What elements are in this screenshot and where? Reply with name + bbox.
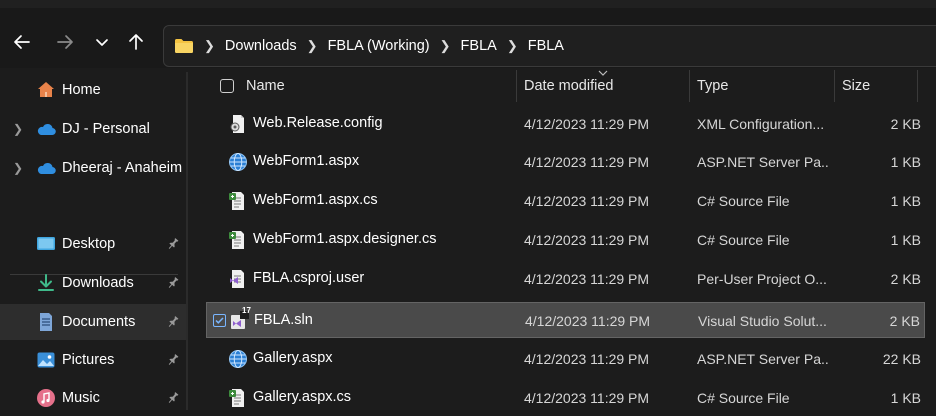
aspx-globe-icon xyxy=(229,350,247,368)
config-file-icon xyxy=(230,115,244,133)
pin-icon[interactable] xyxy=(166,315,180,329)
breadcrumb-fbla-working[interactable]: FBLA (Working) xyxy=(328,38,430,54)
file-row-gallery-aspx[interactable]: Gallery.aspx 4/12/2023 11:29 PM ASP.NET … xyxy=(206,341,925,377)
row-selection-checkbox[interactable] xyxy=(213,314,226,327)
chevron-right-icon[interactable]: ❯ xyxy=(13,161,23,175)
forward-button[interactable] xyxy=(53,30,77,54)
file-row-webform1-aspx-designer-cs[interactable]: WebForm1.aspx.designer.cs 4/12/2023 11:2… xyxy=(206,222,925,258)
onedrive-cloud-icon xyxy=(37,162,56,175)
desktop-icon xyxy=(37,237,55,250)
vs-version-badge: 17 xyxy=(242,306,251,315)
sidebar-item-dheeraj-anaheim[interactable]: ❯ Dheeraj - Anaheim xyxy=(0,150,187,186)
breadcrumb-downloads[interactable]: Downloads xyxy=(225,38,297,54)
documents-icon xyxy=(40,313,52,331)
pin-icon[interactable] xyxy=(166,391,180,405)
sidebar-item-music[interactable]: Music xyxy=(0,380,187,416)
file-list: Name Date modified Type Size Web.Release… xyxy=(190,68,936,410)
file-row-web-release-config[interactable]: Web.Release.config 4/12/2023 11:29 PM XM… xyxy=(206,106,925,142)
column-resize-handle[interactable] xyxy=(917,70,918,102)
breadcrumb-fbla-current[interactable]: FBLA xyxy=(528,38,564,54)
checkmark-icon xyxy=(215,317,224,324)
music-icon xyxy=(37,389,55,407)
select-all-checkbox[interactable] xyxy=(220,79,234,93)
recent-locations-button[interactable] xyxy=(90,30,114,54)
file-row-webform1-aspx[interactable]: WebForm1.aspx 4/12/2023 11:29 PM ASP.NET… xyxy=(206,144,925,180)
home-icon xyxy=(38,82,54,97)
breadcrumb-separator-icon: ❯ xyxy=(439,38,451,53)
file-row-gallery-aspx-cs[interactable]: Gallery.aspx.cs 4/12/2023 11:29 PM C# So… xyxy=(206,380,925,416)
column-header-size[interactable]: Size xyxy=(842,78,870,94)
sidebar-item-dj-personal[interactable]: ❯ DJ - Personal xyxy=(0,111,187,147)
download-icon xyxy=(38,274,54,291)
column-resize-handle[interactable] xyxy=(834,70,835,102)
onedrive-cloud-icon xyxy=(37,123,56,136)
breadcrumb-fbla[interactable]: FBLA xyxy=(461,38,497,54)
sidebar-item-home[interactable]: Home xyxy=(0,72,187,108)
column-header-date-modified[interactable]: Date modified xyxy=(524,78,613,94)
column-header-name[interactable]: Name xyxy=(246,78,285,94)
breadcrumb-separator-icon: ❯ xyxy=(204,38,215,53)
address-bar[interactable]: ❯ Downloads ❯ FBLA (Working) ❯ FBLA ❯ FB… xyxy=(163,25,936,67)
sidebar-scrollbar[interactable] xyxy=(186,72,188,410)
csharp-file-icon xyxy=(229,192,244,210)
chevron-down-icon xyxy=(96,39,108,46)
navigation-toolbar: ❯ Downloads ❯ FBLA (Working) ❯ FBLA ❯ FB… xyxy=(0,8,936,68)
aspx-globe-icon xyxy=(229,153,247,171)
navigation-pane: Home ❯ DJ - Personal ❯ Dheeraj - Anaheim… xyxy=(0,68,187,410)
pin-icon[interactable] xyxy=(166,276,180,290)
arrow-right-icon xyxy=(57,35,73,49)
column-resize-handle[interactable] xyxy=(689,70,690,102)
pin-icon[interactable] xyxy=(166,353,180,367)
breadcrumb-separator-icon: ❯ xyxy=(506,38,518,53)
file-row-webform1-aspx-cs[interactable]: WebForm1.aspx.cs 4/12/2023 11:29 PM C# S… xyxy=(206,183,925,219)
file-row-fbla-sln[interactable]: 17 FBLA.sln 4/12/2023 11:29 PM Visual St… xyxy=(206,302,925,338)
folder-icon xyxy=(175,39,193,53)
csharp-file-icon xyxy=(229,389,244,407)
arrow-left-icon xyxy=(14,35,30,49)
breadcrumb-separator-icon: ❯ xyxy=(306,38,318,53)
sidebar-item-downloads[interactable]: Downloads xyxy=(0,265,187,301)
arrow-up-icon xyxy=(129,34,143,50)
column-resize-handle[interactable] xyxy=(516,70,517,102)
sidebar-item-documents[interactable]: Documents xyxy=(0,304,187,340)
sort-descending-icon xyxy=(598,70,608,76)
column-header-row: Name Date modified Type Size xyxy=(190,68,936,104)
csharp-file-icon xyxy=(229,231,244,249)
back-button[interactable] xyxy=(10,30,34,54)
title-bar-strip xyxy=(0,0,936,8)
sidebar-item-pictures[interactable]: Pictures xyxy=(0,342,187,378)
vs-project-file-icon xyxy=(230,270,244,288)
file-row-fbla-csproj-user[interactable]: FBLA.csproj.user 4/12/2023 11:29 PM Per-… xyxy=(206,261,925,297)
pictures-icon xyxy=(37,352,55,368)
pin-icon[interactable] xyxy=(166,237,180,251)
sidebar-item-desktop[interactable]: Desktop xyxy=(0,226,187,262)
chevron-right-icon[interactable]: ❯ xyxy=(13,122,23,136)
up-button[interactable] xyxy=(124,30,148,54)
column-header-type[interactable]: Type xyxy=(697,78,728,94)
